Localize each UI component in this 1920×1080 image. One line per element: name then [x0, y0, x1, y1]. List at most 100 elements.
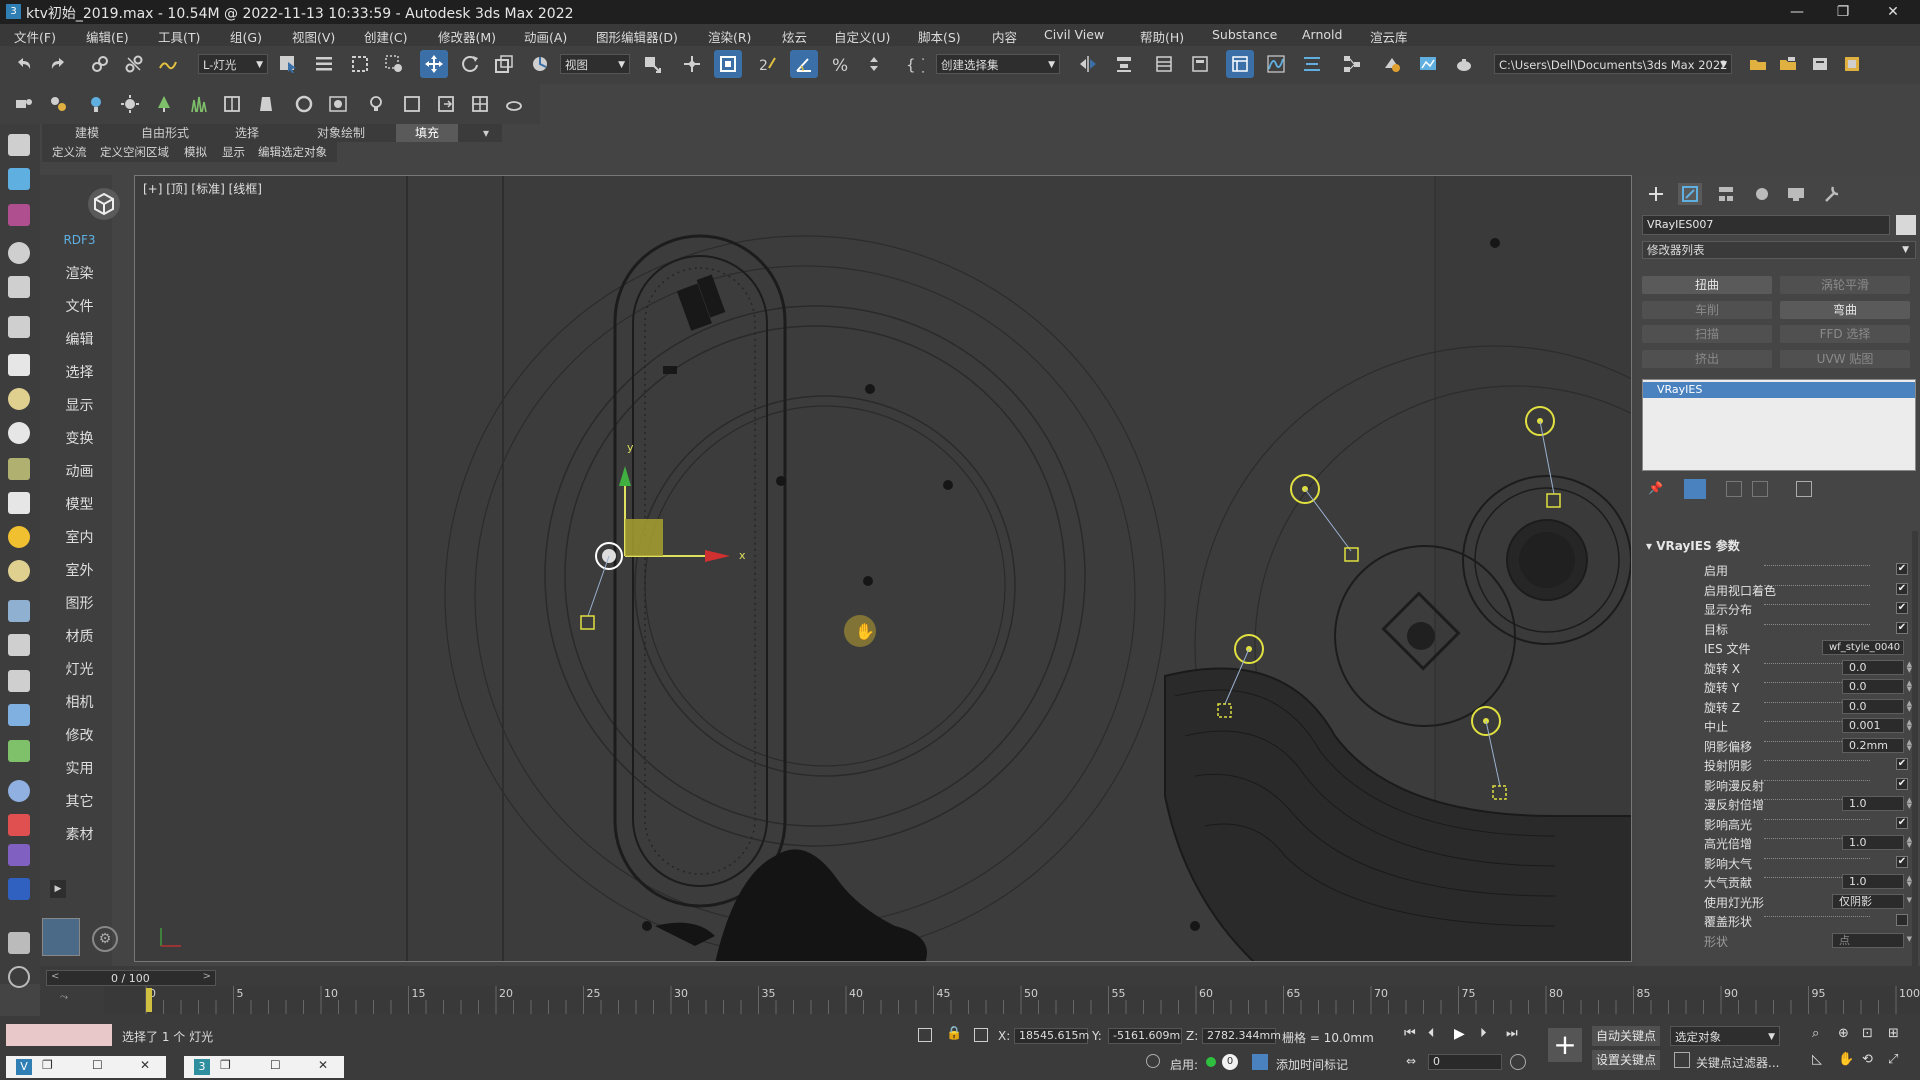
chevron-left-icon[interactable]: < [51, 971, 59, 982]
left-tool-18-icon[interactable] [8, 740, 30, 762]
side-menu-model[interactable]: 模型 [52, 494, 107, 514]
maximize-viewport-icon[interactable]: ⤢ [1888, 1052, 1898, 1067]
modifier-extrude-button[interactable]: 挤出 [1642, 350, 1772, 368]
toolbar2-button-5[interactable] [150, 90, 178, 118]
menu-help[interactable]: 帮助(H) [1140, 27, 1184, 46]
plugin-logo-icon[interactable] [88, 188, 120, 220]
show-end-result-icon[interactable] [1684, 479, 1706, 499]
place-button[interactable] [526, 50, 554, 78]
param-checkbox[interactable]: ✔ [1896, 563, 1908, 575]
minimized-window-1[interactable]: V ❐ ☐ ✕ [6, 1056, 166, 1078]
object-color-swatch[interactable] [1896, 215, 1916, 235]
menu-render[interactable]: 渲染(R) [708, 27, 751, 46]
workspace-button-1[interactable] [1744, 50, 1772, 78]
rect-selection-button[interactable] [346, 50, 374, 78]
time-configuration-icon[interactable] [1510, 1054, 1526, 1070]
shape-dropdown[interactable]: 点 [1832, 933, 1904, 948]
mirror-button[interactable] [1074, 50, 1102, 78]
left-tool-11-icon[interactable] [8, 492, 30, 514]
key-selection-dropdown[interactable]: 选定对象 ▼ [1670, 1026, 1780, 1046]
pin-stack-icon[interactable]: 📌 [1648, 481, 1664, 497]
side-menu-utilities[interactable]: 实用 [52, 758, 107, 778]
menu-arnold[interactable]: Arnold [1302, 27, 1342, 42]
zoom-extents-icon[interactable]: ⊡ [1862, 1026, 1873, 1041]
close-button[interactable]: ✕ [1870, 0, 1916, 24]
toolbar2-button-11[interactable] [362, 90, 390, 118]
minimize-button[interactable]: — [1774, 0, 1820, 24]
maximize-icon[interactable]: ☐ [92, 1058, 103, 1072]
go-to-end-icon[interactable]: ⏭ [1506, 1026, 1518, 1041]
left-tool-23-icon[interactable] [8, 932, 30, 954]
dope-sheet-button[interactable] [1298, 50, 1326, 78]
select-object-button[interactable] [274, 50, 302, 78]
side-menu-lights[interactable]: 灯光 [52, 659, 107, 679]
field-of-view-icon[interactable]: ◺ [1812, 1052, 1822, 1067]
modifier-lathe-button[interactable]: 车削 [1642, 301, 1772, 319]
toolbar2-button-6[interactable] [184, 90, 212, 118]
param-spinner-field[interactable]: 0.0 [1842, 679, 1904, 694]
param-checkbox[interactable]: ✔ [1896, 583, 1908, 595]
ies-file-button[interactable]: wf_style_0040 [1822, 640, 1904, 655]
spinner-snap-toggle[interactable] [860, 50, 888, 78]
viewport-label[interactable]: [+] [顶] [标准] [线框] [143, 180, 262, 197]
adaptive-degradation-icon[interactable] [1146, 1054, 1160, 1068]
left-tool-7-icon[interactable] [8, 354, 30, 376]
left-tool-14-icon[interactable] [8, 600, 30, 622]
close-icon[interactable]: ✕ [318, 1058, 328, 1072]
window-crossing-button[interactable] [380, 50, 408, 78]
left-tool-13-icon[interactable] [8, 560, 30, 582]
named-selection-set-dropdown[interactable]: 创建选择集 ▼ [936, 54, 1060, 74]
left-tool-2-icon[interactable] [8, 168, 30, 190]
left-tool-8-icon[interactable] [8, 388, 30, 410]
add-time-tag-button[interactable]: 添加时间标记 [1276, 1056, 1348, 1073]
side-menu-modify[interactable]: 修改 [52, 725, 107, 745]
left-tool-1-icon[interactable] [8, 134, 30, 156]
timeline-track[interactable]: 0 5 10 15 20 25 30 35 40 45 50 55 60 65 70 75 80 85 90 95 10… [104, 986, 1920, 1014]
time-slider[interactable]: < 0 / 100 > [46, 970, 216, 986]
angle-snap-toggle[interactable] [790, 50, 818, 78]
toolbar2-button-15[interactable] [500, 90, 528, 118]
x-coord-field[interactable]: 18545.615m [1014, 1028, 1089, 1044]
display-tab-icon[interactable] [1784, 183, 1808, 205]
menu-xuanyunku[interactable]: 渲云库 [1370, 27, 1408, 46]
side-menu-edit[interactable]: 编辑 [52, 329, 107, 349]
minimized-window-2[interactable]: 3 ❐ ☐ ✕ [184, 1056, 344, 1078]
key-filters-button[interactable]: 关键点过滤器... [1696, 1054, 1779, 1071]
go-to-start-icon[interactable]: ⏮ [1404, 1026, 1416, 1041]
absolute-mode-icon[interactable] [974, 1028, 988, 1042]
layer-dropdown[interactable]: L-灯光 ▼ [198, 54, 268, 74]
reference-coordinate-dropdown[interactable]: 视图 ▼ [560, 54, 630, 74]
menu-civil-view[interactable]: Civil View [1044, 27, 1104, 42]
side-menu-select[interactable]: 选择 [52, 362, 107, 382]
modifier-turbosmooth-button[interactable]: 涡轮平滑 [1780, 276, 1910, 294]
unlink-button[interactable] [120, 50, 148, 78]
left-tool-20-icon[interactable] [8, 814, 30, 836]
maxscript-listener[interactable] [6, 1024, 112, 1046]
keyboard-shortcut-toggle[interactable] [714, 50, 742, 78]
side-menu-materials[interactable]: 材质 [52, 626, 107, 646]
key-mode-toggle-icon[interactable]: ⇔ [1406, 1054, 1416, 1068]
modifier-uvw-map-button[interactable]: UVW 贴图 [1780, 350, 1910, 368]
param-spinner-field[interactable]: 0.001 [1842, 718, 1904, 733]
side-menu-expand-button[interactable]: ▶ [50, 880, 66, 898]
left-tool-21-icon[interactable] [8, 844, 30, 866]
ribbon-edit-selected[interactable]: 编辑选定对象 [258, 144, 327, 160]
ribbon-tab-object-paint[interactable]: 对象绘制 [306, 124, 376, 142]
ribbon-tab-freeform[interactable]: 自由形式 [130, 124, 200, 142]
object-name-field[interactable]: VRayIES007 [1642, 215, 1890, 235]
side-menu-other[interactable]: 其它 [52, 791, 107, 811]
orbit-icon[interactable]: ⟲ [1862, 1052, 1873, 1067]
curve-toggle-icon[interactable]: ⤳ [60, 992, 68, 1003]
side-menu-transform[interactable]: 变换 [52, 428, 107, 448]
ribbon-options-button[interactable]: ▾ [474, 124, 498, 142]
ribbon-define-flows[interactable]: 定义流 [52, 144, 87, 160]
isolate-selection-icon[interactable] [918, 1028, 932, 1042]
left-tool-10-icon[interactable] [8, 458, 30, 480]
make-unique-icon[interactable] [1726, 481, 1742, 497]
select-rotate-button[interactable] [456, 50, 484, 78]
param-spinner-field[interactable]: 1.0 [1842, 796, 1904, 811]
toggle-ribbon-button[interactable] [1186, 50, 1214, 78]
param-checkbox[interactable]: ✔ [1896, 817, 1908, 829]
viewport-top[interactable]: [+] [顶] [标准] [线框] y x ✋ [134, 175, 1632, 962]
ribbon-tab-selection[interactable]: 选择 [222, 124, 272, 142]
